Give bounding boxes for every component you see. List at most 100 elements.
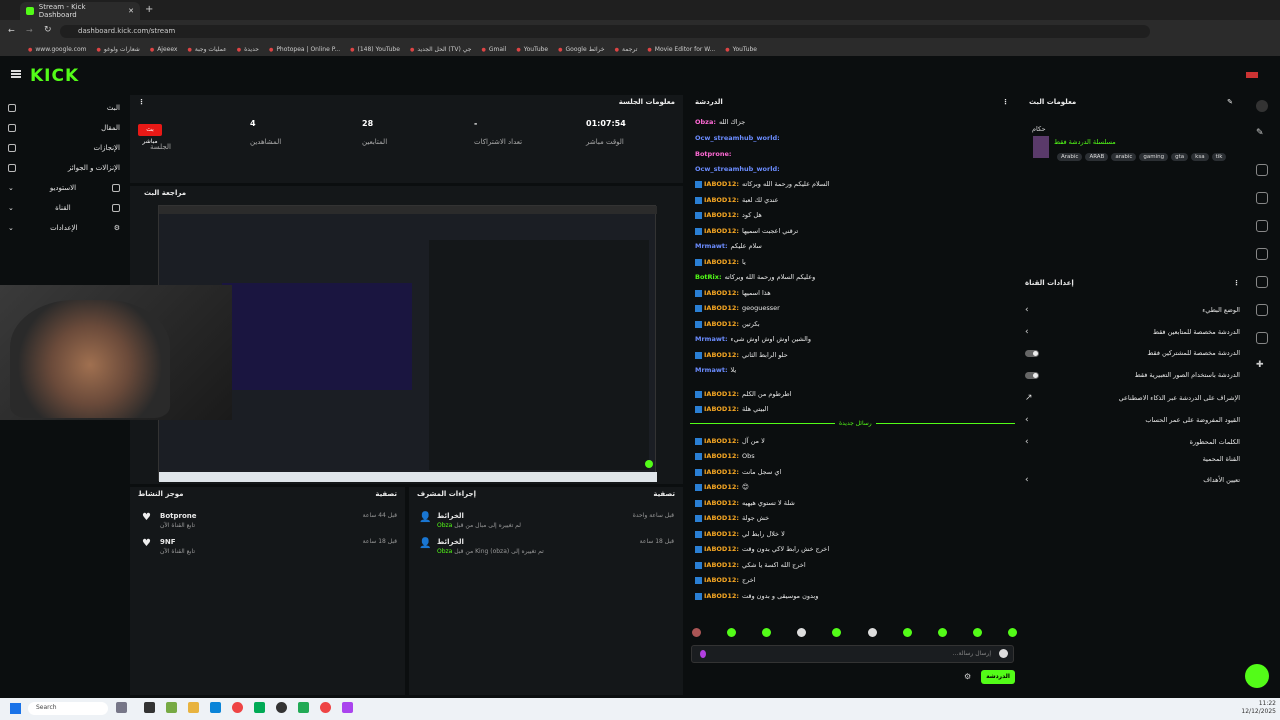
bookmark-item[interactable]: Gmail [481, 46, 507, 53]
chat-username[interactable]: BotRix: [695, 273, 722, 281]
bookmark-item[interactable]: Ajeeex [150, 46, 177, 53]
bookmark-item[interactable]: الحل الجديد (TV) جي [410, 46, 471, 53]
chat-username[interactable]: IABOD12: [704, 468, 739, 476]
toggle-switch[interactable] [1025, 349, 1039, 357]
obs-icon[interactable] [276, 702, 287, 713]
clock[interactable]: 11:22 12/12/2025 [1212, 700, 1276, 716]
kick-logo[interactable]: KICK [30, 66, 79, 86]
tag[interactable]: tik [1211, 153, 1227, 161]
bookmark-item[interactable]: شعارات ولوغو [97, 46, 140, 53]
chat-username[interactable]: IABOD12: [704, 499, 739, 507]
sidebar-item-channel[interactable]: ⌄ القناة [8, 200, 120, 216]
bookmark-item[interactable]: عمليات وجبة [187, 46, 227, 53]
sidebar-item-settings[interactable]: ⌄ الإعدادات ⚙ [8, 220, 120, 236]
taskbar-app-icon[interactable] [166, 702, 177, 713]
sidebar-item-articles[interactable]: المقال [8, 120, 120, 136]
activity-user[interactable]: 9NF [160, 538, 176, 546]
emote-icon[interactable] [762, 628, 772, 637]
chat-username[interactable]: Mrmawt: [695, 335, 728, 343]
tag[interactable]: ARAB [1085, 153, 1109, 161]
avatar[interactable] [1256, 100, 1268, 112]
bookmark-item[interactable]: حديدة [237, 46, 259, 53]
flag-icon[interactable] [1246, 72, 1258, 78]
emote-icon[interactable] [832, 628, 842, 637]
bookmark-item[interactable]: Photopea | Online P... [269, 46, 340, 53]
sidebar-item-studio[interactable]: ⌄ الاستوديو [8, 180, 120, 196]
chat-bubble-fab-icon[interactable] [1245, 664, 1269, 688]
bolt-icon[interactable] [1256, 192, 1268, 204]
chat-username[interactable]: Mrmawt: [695, 366, 728, 374]
close-icon[interactable]: ✕ [128, 7, 134, 15]
chat-username[interactable]: IABOD12: [704, 576, 739, 584]
chat-username[interactable]: IABOD12: [704, 320, 739, 328]
filter-button[interactable]: تصفية [375, 490, 397, 498]
taskbar-app-icon[interactable] [116, 702, 127, 713]
bookmark-item[interactable]: YouTube [516, 46, 548, 53]
chat-username[interactable]: Ocw_streamhub_world: [695, 165, 780, 173]
back-icon[interactable]: ← [8, 26, 15, 35]
edit-icon[interactable]: ✎ [1227, 98, 1233, 106]
toggle-switch[interactable] [1025, 371, 1039, 379]
puzzle-icon[interactable]: ✚ [1256, 360, 1268, 372]
sidebar-item-stream[interactable]: البث [8, 100, 120, 116]
emote-icon[interactable] [972, 628, 982, 637]
more-icon[interactable]: ⋮ [1002, 98, 1009, 106]
bookmark-item[interactable]: www.google.com [28, 46, 86, 53]
emote-icon[interactable] [797, 628, 807, 637]
chat-username[interactable]: Obza: [695, 118, 716, 126]
chat-setting-row[interactable]: الإشراف على الدردشة عبر الذكاء الاصطناعي… [1025, 393, 1240, 403]
emote-icon[interactable] [937, 628, 947, 637]
chat-username[interactable]: Ocw_streamhub_world: [695, 134, 780, 142]
bookmark-item[interactable]: Google خرائط [558, 46, 605, 53]
reload-icon[interactable]: ↻ [44, 25, 52, 35]
emote-icon[interactable] [902, 628, 912, 637]
taskbar-app-icon[interactable] [254, 702, 265, 713]
chat-setting-row[interactable]: الدردشة باستخدام الصور التعبيرية فقط [1025, 371, 1240, 379]
panel-icon[interactable] [1256, 164, 1268, 176]
sidebar-item-achievements[interactable]: الإنجازات [8, 140, 120, 156]
bookmark-item[interactable]: ترجمة [615, 46, 637, 53]
chat-username[interactable]: IABOD12: [704, 545, 739, 553]
more-icon[interactable]: ⋮ [138, 98, 145, 106]
clipboard-icon[interactable] [1256, 220, 1268, 232]
chat-icon[interactable] [1256, 248, 1268, 260]
forward-icon[interactable]: → [26, 26, 33, 35]
bookmark-item[interactable]: Movie Editor for W... [647, 46, 715, 53]
chat-username[interactable]: IABOD12: [704, 530, 739, 538]
chat-setting-row[interactable]: تعيين الأهداف › [1025, 475, 1240, 485]
taskbar-app-icon[interactable] [298, 702, 309, 713]
chat-username[interactable]: Mrmawt: [695, 242, 728, 250]
tag[interactable]: arabic [1111, 153, 1137, 161]
tag[interactable]: gta [1171, 153, 1189, 161]
emote-icon[interactable] [727, 628, 737, 637]
browser-tab[interactable]: Stream - Kick Dashboard ✕ [20, 2, 140, 20]
emote-icon[interactable] [692, 628, 701, 637]
folder-icon[interactable] [188, 702, 199, 713]
external-link-icon[interactable]: ↗ [1025, 393, 1033, 403]
bookmark-item[interactable]: (148) YouTube [350, 46, 399, 53]
chat-username[interactable]: IABOD12: [704, 180, 739, 188]
mod-user[interactable]: Obza [437, 522, 452, 529]
chat-setting-row[interactable]: الكلمات المحظورة › [1025, 437, 1240, 447]
chat-username[interactable]: IABOD12: [704, 592, 739, 600]
wrench-icon[interactable] [1256, 332, 1268, 344]
emote-icon[interactable] [1007, 628, 1017, 637]
more-icon[interactable]: ⋮ [1233, 279, 1240, 287]
gear-icon[interactable]: ⚙ [964, 672, 971, 681]
tag[interactable]: Arabic [1057, 153, 1083, 161]
edge-icon[interactable] [210, 702, 221, 713]
chat-username[interactable]: IABOD12: [704, 405, 739, 413]
chat-username[interactable]: IABOD12: [704, 289, 739, 297]
new-tab-icon[interactable]: + [145, 4, 153, 15]
mod-user[interactable]: Obza [437, 548, 452, 555]
chat-setting-row[interactable]: القناة المحمية [1025, 455, 1240, 463]
chat-username[interactable]: IABOD12: [704, 227, 739, 235]
taskbar-search[interactable]: Search [28, 702, 108, 715]
chat-username[interactable]: IABOD12: [704, 390, 739, 398]
bookmark-item[interactable]: YouTube [725, 46, 757, 53]
chat-username[interactable]: IABOD12: [704, 437, 739, 445]
chat-setting-row[interactable]: الوضع البطيء › [1025, 305, 1240, 315]
chat-setting-row[interactable]: الدردشة مخصصة للمتابعين فقط › [1025, 327, 1240, 337]
emoji-icon[interactable] [999, 649, 1008, 658]
taskbar-app-icon[interactable] [342, 702, 353, 713]
